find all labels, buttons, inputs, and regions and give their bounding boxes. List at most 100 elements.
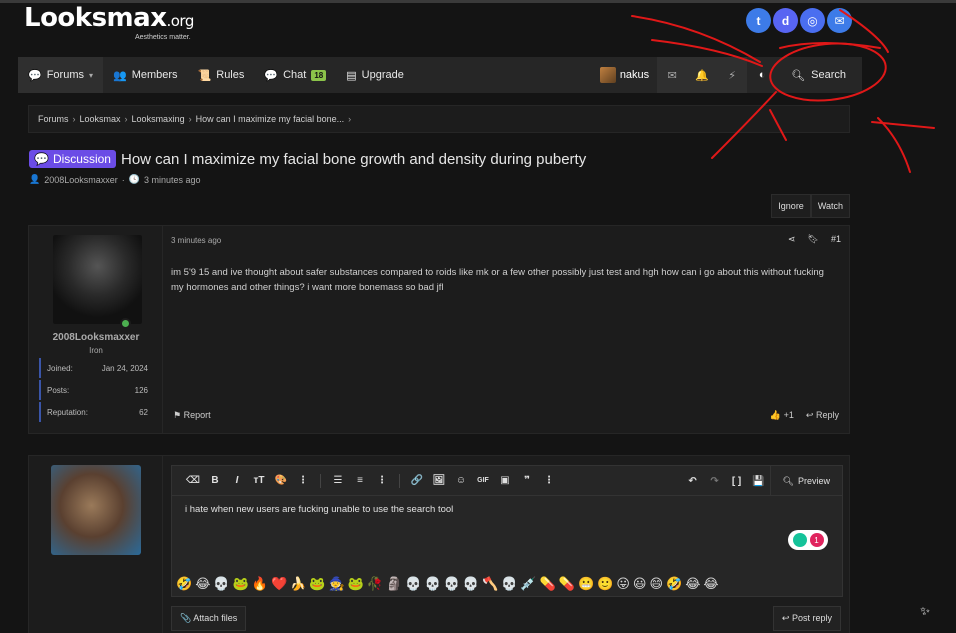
emoji-button[interactable]: 🐸 [348, 576, 364, 592]
emoji-button[interactable]: 💀 [501, 576, 517, 592]
emoji-button[interactable]: ❤️ [271, 576, 287, 592]
nav-members[interactable]: 👥 Members [103, 57, 188, 93]
thread-author[interactable]: 2008Looksmaxxer [44, 175, 118, 185]
emoji-button[interactable]: 😛 [616, 576, 630, 592]
emoji-button[interactable]: 😬 [578, 576, 594, 592]
upgrade-icon: ▤ [346, 69, 357, 82]
nav-chat[interactable]: 💬 Chat 18 [254, 57, 336, 93]
emoji-button[interactable]: 💀 [405, 576, 421, 592]
emoji-button[interactable]: 😂 [195, 576, 210, 592]
discord-icon[interactable]: d [773, 8, 798, 33]
emoji-button[interactable]: 🥀 [367, 576, 383, 592]
emoji-button[interactable]: 😂 [703, 576, 718, 592]
alerts-icon[interactable]: 🔔 [687, 57, 718, 93]
ignore-button[interactable]: Ignore [771, 194, 811, 218]
chat-bubble-icon: 💬 [34, 152, 49, 166]
online-status-dot [120, 318, 131, 329]
preview-button[interactable]: 🔍︎ Preview [769, 466, 842, 496]
avatar[interactable] [53, 235, 142, 324]
emoji-button[interactable]: 🧙 [329, 576, 345, 592]
emoji-button[interactable]: 😂 [685, 576, 700, 592]
account-link[interactable]: nakus [592, 57, 657, 93]
emoji-button[interactable]: 💀 [424, 576, 440, 592]
link-icon[interactable]: 🔗 [406, 475, 428, 486]
report-button[interactable]: ⚑ Report [173, 410, 211, 421]
image-icon[interactable]: 🖼 [428, 475, 450, 486]
italic-icon[interactable]: I [226, 475, 248, 486]
twitter-icon[interactable]: t [746, 8, 771, 33]
email-icon[interactable]: ✉ [827, 8, 852, 33]
attach-files-button[interactable]: 📎 Attach files [171, 606, 247, 631]
reply-editor[interactable]: ⌫ B I тT 🎨 ⋮ ☰ ≡ ⋮ 🔗 🖼 ☺ GIF ▣ ❞ ⋮ ↶ ↷ [… [171, 465, 843, 597]
post-user-panel: 2008Looksmaxxer Iron Joined: Jan 24, 202… [29, 226, 163, 433]
redo-icon[interactable]: ↷ [704, 476, 726, 487]
thumbs-up-icon: 👍 [769, 410, 782, 420]
reply-button[interactable]: ↩ Reply [806, 410, 839, 421]
bold-icon[interactable]: B [204, 475, 226, 486]
eraser-icon[interactable]: ⌫ [182, 475, 204, 486]
breadcrumb-looksmaxing[interactable]: Looksmaxing [132, 114, 185, 124]
grammarly-widget[interactable]: 1 [788, 530, 828, 550]
emoji-button[interactable]: 🙂 [597, 576, 613, 592]
nav-rules[interactable]: 📜 Rules [188, 57, 255, 93]
avatar[interactable] [51, 465, 141, 555]
post-number[interactable]: #1 [831, 234, 841, 245]
emoji-button[interactable]: 🤣 [176, 576, 192, 592]
emoji-button[interactable]: 😃 [633, 576, 647, 592]
align-icon[interactable]: ≡ [349, 475, 371, 486]
site-logo[interactable]: Looksmax.org Aesthetics matter. [24, 4, 194, 41]
search-button[interactable]: 🔍︎ Search [777, 57, 862, 93]
emoji-button[interactable]: 🐸 [233, 576, 249, 592]
theme-toggle-icon[interactable]: ◐ [747, 57, 778, 93]
magic-wand-icon[interactable]: ✨︎ [920, 604, 930, 619]
emoji-button[interactable]: 🪓 [482, 576, 498, 592]
undo-icon[interactable]: ↶ [682, 476, 704, 487]
emoji-button[interactable]: 🔥 [252, 576, 268, 592]
gif-icon[interactable]: GIF [472, 477, 494, 484]
post-content: im 5'9 15 and ive thought about safer su… [171, 267, 824, 293]
watch-button[interactable]: Watch [810, 194, 850, 218]
user-stat-joined: Joined: Jan 24, 2024 [39, 358, 153, 378]
quote-icon[interactable]: ❞ [516, 475, 538, 486]
breadcrumb-forums[interactable]: Forums [38, 114, 69, 124]
emoji-button[interactable]: 💉 [520, 576, 536, 592]
emoji-button[interactable]: 🍌 [290, 576, 306, 592]
inbox-icon[interactable]: ✉ [657, 57, 688, 93]
reaction-button[interactable]: 👍 +1 [770, 410, 794, 421]
text-size-icon[interactable]: тT [248, 475, 270, 486]
post-reply-button[interactable]: ↩ Post reply [772, 606, 841, 631]
thread-prefix-badge[interactable]: 💬 Discussion [29, 150, 116, 168]
list-icon[interactable]: ☰ [327, 475, 349, 486]
instagram-icon[interactable]: ◎ [800, 8, 825, 33]
palette-icon[interactable]: 🎨 [270, 475, 292, 486]
bookmark-icon[interactable]: 🔖︎ [808, 234, 819, 245]
chevron-down-icon[interactable]: ▾ [89, 71, 93, 80]
breadcrumb-thread[interactable]: How can I maximize my facial bone... [196, 114, 345, 124]
emoji-button[interactable]: 💀 [444, 576, 460, 592]
media-icon[interactable]: ▣ [494, 475, 516, 486]
post-date[interactable]: 3 minutes ago [171, 236, 221, 245]
nav-upgrade[interactable]: ▤ Upgrade [336, 57, 414, 93]
more-icon[interactable]: ⋮ [292, 475, 314, 486]
editor-toolbar: ⌫ B I тT 🎨 ⋮ ☰ ≡ ⋮ 🔗 🖼 ☺ GIF ▣ ❞ ⋮ ↶ ↷ [… [172, 466, 842, 496]
emoji-button[interactable]: 🐸 [309, 576, 325, 592]
emoji-button[interactable]: 💊 [559, 576, 575, 592]
emoji-button[interactable]: 💊 [540, 576, 556, 592]
post-username[interactable]: 2008Looksmaxxer [29, 332, 163, 343]
more-icon[interactable]: ⋮ [538, 475, 560, 486]
nav-forums[interactable]: 💬 Forums ▾ [18, 57, 103, 93]
editor-text-area[interactable]: i hate when new users are fucking unable… [185, 504, 453, 515]
emoji-button[interactable]: 😄 [649, 576, 663, 592]
breadcrumb-looksmax[interactable]: Looksmax [80, 114, 121, 124]
more-icon[interactable]: ⋮ [371, 475, 393, 486]
emoji-button[interactable]: 🤣 [666, 576, 682, 592]
bolt-icon[interactable]: ⚡ [717, 57, 748, 93]
share-icon[interactable]: ⋖ [788, 234, 796, 245]
smiley-icon[interactable]: ☺ [450, 475, 472, 486]
emoji-button[interactable]: 💀 [213, 576, 229, 592]
emoji-button[interactable]: 🗿 [386, 576, 402, 592]
bbcode-icon[interactable]: [ ] [726, 476, 748, 487]
thread-time[interactable]: 3 minutes ago [144, 175, 201, 185]
save-draft-icon[interactable]: 💾 [748, 476, 770, 487]
emoji-button[interactable]: 💀 [463, 576, 479, 592]
